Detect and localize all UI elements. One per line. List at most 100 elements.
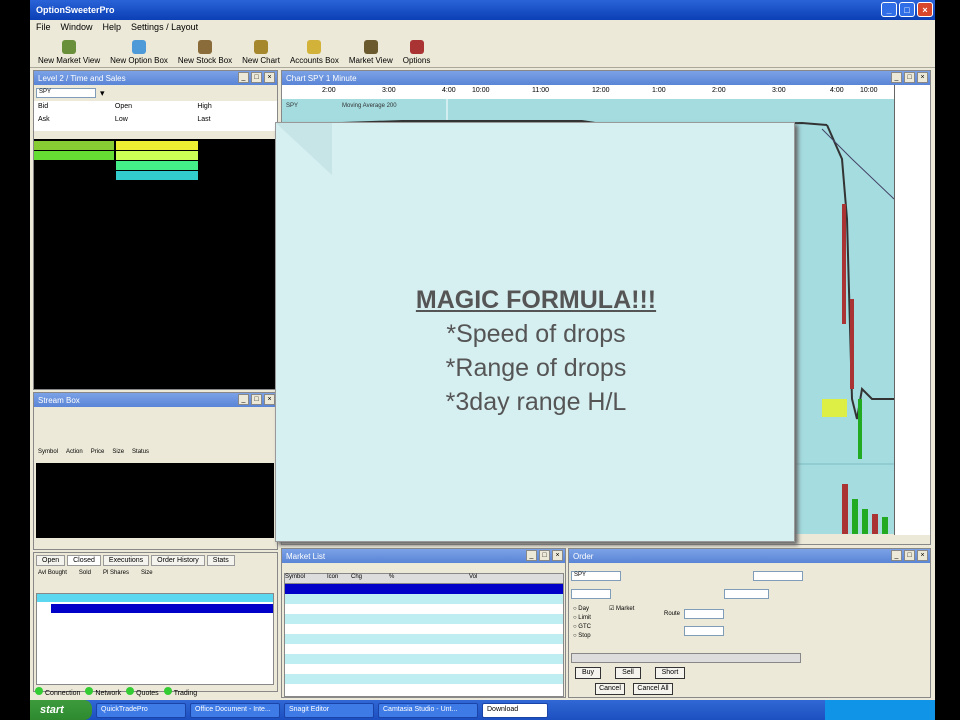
pane-close-button[interactable]: × xyxy=(552,550,563,561)
order-quantity-input[interactable] xyxy=(571,589,611,599)
close-button[interactable]: × xyxy=(917,2,933,17)
limit-radio[interactable]: ○ Limit xyxy=(573,614,591,623)
menu-file[interactable]: File xyxy=(36,22,51,32)
account-tabs: Open Closed Executions Order History Sta… xyxy=(34,553,277,568)
menu-window[interactable]: Window xyxy=(61,22,93,32)
cancel-all-button[interactable]: Cancel All xyxy=(633,683,673,695)
new-stock-box-button[interactable]: New Stock Box xyxy=(178,40,232,67)
tif-select[interactable] xyxy=(684,626,724,636)
pane-minimize-button[interactable]: _ xyxy=(238,72,249,83)
taskbar-item[interactable]: Snagit Editor xyxy=(284,702,374,718)
column-header[interactable]: Icon xyxy=(327,574,351,583)
column-header[interactable]: Vol xyxy=(469,574,559,583)
tab-executions[interactable]: Executions xyxy=(102,555,150,566)
new-market-view-button[interactable]: New Market View xyxy=(38,40,100,67)
tab-closed[interactable]: Closed xyxy=(67,555,101,566)
pane-close-button[interactable]: × xyxy=(264,394,275,405)
pane-maximize-button[interactable]: □ xyxy=(904,550,915,561)
gtc-radio[interactable]: ○ GTC xyxy=(573,623,591,632)
new-chart-button[interactable]: New Chart xyxy=(242,40,280,67)
tab-open[interactable]: Open xyxy=(36,555,66,566)
column-header[interactable]: % xyxy=(389,574,469,583)
pane-close-button[interactable]: × xyxy=(917,550,928,561)
list-item[interactable] xyxy=(37,594,273,602)
pane-minimize-button[interactable]: _ xyxy=(891,550,902,561)
column-header[interactable]: Price xyxy=(91,449,105,455)
order-type-select[interactable] xyxy=(753,571,803,581)
table-row[interactable] xyxy=(285,584,563,594)
pane-minimize-button[interactable]: _ xyxy=(526,550,537,561)
list-item-selected[interactable] xyxy=(51,604,273,613)
route-select[interactable] xyxy=(684,609,724,619)
pane-maximize-button[interactable]: □ xyxy=(539,550,550,561)
column-header[interactable]: Size xyxy=(112,449,124,455)
column-header[interactable]: Avl Bought xyxy=(38,570,67,576)
sell-button[interactable]: Sell xyxy=(615,667,641,679)
table-row[interactable] xyxy=(285,644,563,654)
stream-columns: Symbol Action Price Size Status xyxy=(38,449,149,455)
table-row[interactable] xyxy=(285,674,563,684)
stream-list xyxy=(36,463,274,538)
taskbar-item[interactable]: Office Document - Inte... xyxy=(190,702,280,718)
maximize-button[interactable]: □ xyxy=(899,2,915,17)
time-tick: 1:00 xyxy=(652,87,666,94)
quote-label: Ask xyxy=(38,116,50,123)
price-line xyxy=(826,124,894,420)
column-header[interactable]: Pl Shares xyxy=(103,570,129,576)
menu-settings[interactable]: Settings / Layout xyxy=(131,22,198,32)
taskbar-item[interactable]: Camtasia Studio - Unt... xyxy=(378,702,478,718)
pane-minimize-button[interactable]: _ xyxy=(238,394,249,405)
column-header[interactable]: Status xyxy=(132,449,149,455)
level2-symbol-input[interactable]: SPY xyxy=(36,88,96,98)
options-button[interactable]: Options xyxy=(403,40,430,67)
taskbar-item[interactable]: QuickTradePro xyxy=(96,702,186,718)
level2-pane: Level 2 / Time and Sales _ □ × SPY ▾ Bid O… xyxy=(33,70,278,390)
candle xyxy=(858,399,862,459)
order-symbol-input[interactable]: SPY xyxy=(571,571,621,581)
chevron-down-icon[interactable]: ▾ xyxy=(100,88,105,99)
new-option-box-button[interactable]: New Option Box xyxy=(110,40,168,67)
column-header[interactable]: Size xyxy=(141,570,153,576)
desktop-screen: OptionSweeterPro _ □ × File Window Help … xyxy=(30,0,935,720)
table-row[interactable] xyxy=(285,614,563,624)
cancel-button[interactable]: Cancel xyxy=(595,683,625,695)
quotes-status: Quotes xyxy=(126,687,159,697)
toolbar-label: New Market View xyxy=(38,56,101,65)
tab-stats[interactable]: Stats xyxy=(206,555,235,566)
market-checkbox[interactable]: ☑ Market xyxy=(609,605,634,612)
column-header[interactable]: Chg xyxy=(351,574,389,583)
tab-order-history[interactable]: Order History xyxy=(151,555,205,566)
pane-maximize-button[interactable]: □ xyxy=(251,72,262,83)
pane-close-button[interactable]: × xyxy=(917,72,928,83)
pane-close-button[interactable]: × xyxy=(264,72,275,83)
table-row[interactable] xyxy=(285,654,563,664)
stream-pane: Stream Box _ □ × Symbol Action Price Size … xyxy=(33,392,278,550)
column-header[interactable]: Symbol xyxy=(285,574,327,583)
column-header[interactable]: Sold xyxy=(79,570,91,576)
minimize-button[interactable]: _ xyxy=(881,2,897,17)
status-dot-icon xyxy=(85,687,94,695)
stop-radio[interactable]: ○ Stop xyxy=(573,632,591,641)
column-header[interactable]: Action xyxy=(66,449,83,455)
menu-help[interactable]: Help xyxy=(103,22,122,32)
volume-bar xyxy=(882,517,888,534)
order-price-input[interactable] xyxy=(724,589,769,599)
table-row[interactable] xyxy=(285,594,563,604)
start-button[interactable]: start xyxy=(30,700,92,720)
market-icon xyxy=(62,40,77,54)
pane-maximize-button[interactable]: □ xyxy=(904,72,915,83)
table-row[interactable] xyxy=(285,634,563,644)
table-row[interactable] xyxy=(285,664,563,674)
table-row[interactable] xyxy=(285,624,563,634)
accounts-box-button[interactable]: Accounts Box xyxy=(290,40,339,67)
pane-maximize-button[interactable]: □ xyxy=(251,394,262,405)
pane-minimize-button[interactable]: _ xyxy=(891,72,902,83)
buy-button[interactable]: Buy xyxy=(575,667,601,679)
column-header[interactable]: Symbol xyxy=(38,449,58,455)
download-progress[interactable]: Download xyxy=(482,702,548,718)
day-radio[interactable]: ○ Day xyxy=(573,605,591,614)
market-view-button[interactable]: Market View xyxy=(349,40,393,67)
short-button[interactable]: Short xyxy=(655,667,685,679)
table-row[interactable] xyxy=(285,684,563,694)
table-row[interactable] xyxy=(285,604,563,614)
